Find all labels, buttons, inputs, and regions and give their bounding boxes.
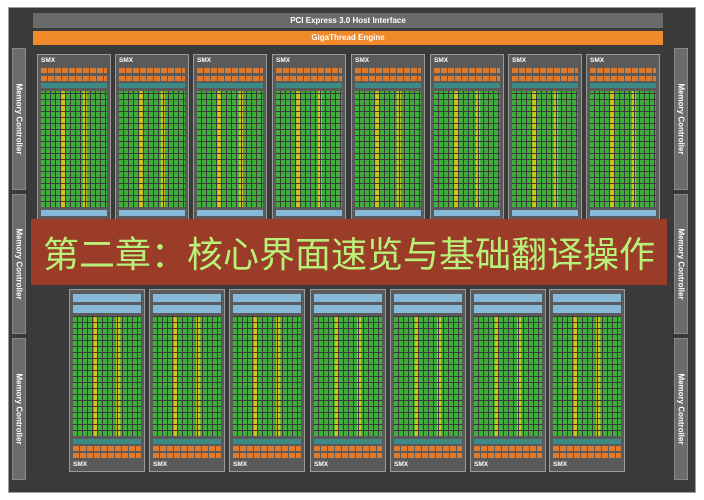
smx-unit: SMX: [549, 289, 625, 472]
smx-label: SMX: [590, 57, 605, 64]
pci-express-host-interface: PCI Express 3.0 Host Interface: [33, 13, 663, 28]
smx-unit: SMX: [351, 54, 425, 220]
smx-unit: SMX: [508, 54, 582, 220]
smx-label: SMX: [153, 461, 168, 468]
smx-label: SMX: [41, 57, 56, 64]
smx-unit: SMX: [193, 54, 267, 220]
smx-label: SMX: [73, 461, 88, 468]
smx-label: SMX: [434, 57, 449, 64]
chapter-title: 第二章：核心界面速览与基础翻译操作: [42, 235, 655, 276]
smx-unit: SMX: [310, 289, 386, 472]
smx-unit: SMX: [586, 54, 660, 220]
smx-unit: SMX: [272, 54, 346, 220]
smx-unit: SMX: [430, 54, 504, 220]
smx-unit: SMX: [149, 289, 225, 472]
memory-controller-left-top: Memory Controller: [12, 48, 26, 190]
smx-label: SMX: [314, 461, 329, 468]
smx-label: SMX: [197, 57, 212, 64]
gigathread-engine: GigaThread Engine: [33, 31, 663, 45]
memory-controller-label: Memory Controller: [676, 83, 686, 155]
memory-controller-label: Memory Controller: [676, 228, 686, 300]
memory-controller-left-bottom: Memory Controller: [12, 338, 26, 480]
smx-unit: SMX: [390, 289, 466, 472]
smx-label: SMX: [233, 461, 248, 468]
smx-label: SMX: [474, 461, 489, 468]
memory-controller-label: Memory Controller: [14, 228, 24, 300]
memory-controller-right-middle: Memory Controller: [674, 194, 688, 334]
smx-label: SMX: [512, 57, 527, 64]
smx-unit: SMX: [37, 54, 111, 220]
smx-unit: SMX: [69, 289, 145, 472]
smx-label: SMX: [276, 57, 291, 64]
memory-controller-right-bottom: Memory Controller: [674, 338, 688, 480]
smx-label: SMX: [119, 57, 134, 64]
memory-controller-label: Memory Controller: [676, 373, 686, 445]
smx-label: SMX: [553, 461, 568, 468]
smx-unit: SMX: [229, 289, 305, 472]
smx-unit: SMX: [115, 54, 189, 220]
chapter-title-banner: 第二章：核心界面速览与基础翻译操作: [31, 219, 667, 285]
smx-label: SMX: [355, 57, 370, 64]
memory-controller-label: Memory Controller: [14, 83, 24, 155]
smx-unit: SMX: [470, 289, 546, 472]
memory-controller-left-middle: Memory Controller: [12, 194, 26, 334]
memory-controller-right-top: Memory Controller: [674, 48, 688, 190]
smx-label: SMX: [394, 461, 409, 468]
memory-controller-label: Memory Controller: [14, 373, 24, 445]
